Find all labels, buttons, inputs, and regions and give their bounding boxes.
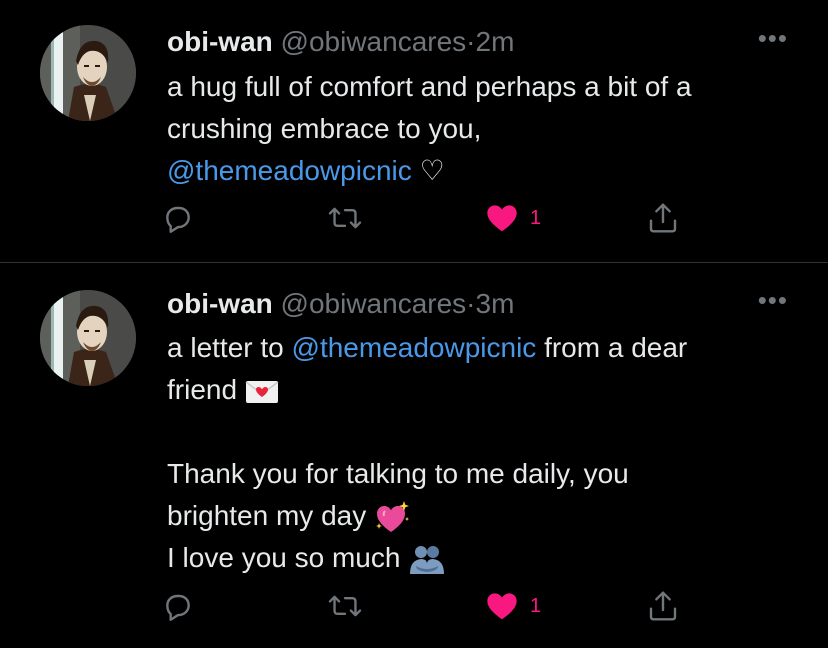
share-icon [649,591,677,621]
reply-icon [166,206,190,233]
retweet-button[interactable] [328,586,362,626]
reply-button[interactable] [162,586,194,626]
mention-link[interactable]: @themeadowpicnic [292,332,537,363]
retweet-icon [328,207,362,229]
share-button[interactable] [648,198,678,238]
tweet-text-line: brighten my day [167,500,367,531]
tweet-header: obi-wan @obiwancares·2m [167,25,514,59]
more-icon[interactable]: ••• [758,287,788,313]
avatar[interactable] [40,290,136,386]
user-handle[interactable]: @obiwancares [281,288,467,319]
tweet-header: obi-wan @obiwancares·3m [167,287,514,321]
display-name[interactable]: obi-wan [167,288,273,319]
tweet-text-segment: a letter to [167,332,292,363]
tweet-actions: 1 [160,586,720,626]
retweet-button[interactable] [328,198,362,238]
tweet-text-line: Thank you for talking to me daily, you [167,458,629,489]
heart-filled-icon [487,593,517,620]
heart-filled-icon [487,205,517,232]
display-name[interactable]: obi-wan [167,26,273,57]
tweet-text: a hug full of comfort and perhaps a bit … [167,66,797,192]
tweet-text: a letter to @themeadowpicnic from a dear… [167,327,797,579]
mention-link[interactable]: @themeadowpicnic [167,155,412,186]
more-icon[interactable]: ••• [758,25,788,51]
separator-dot: · [466,26,476,57]
white-heart-symbol: ♡ [419,155,445,186]
like-button[interactable]: 1 [486,586,541,626]
tweet[interactable]: obi-wan @obiwancares·2m ••• a hug full o… [0,0,828,262]
people-hugging-emoji [410,545,445,574]
user-handle[interactable]: @obiwancares [281,26,467,57]
separator-dot: · [466,288,476,319]
like-button[interactable]: 1 [486,198,541,238]
share-button[interactable] [648,586,678,626]
retweet-icon [328,595,362,617]
tweet-text-line: I love you so much [167,542,401,573]
tweet-text-line: friend [167,374,238,405]
timestamp[interactable]: 3m [476,288,515,319]
love-letter-emoji [245,380,279,403]
timestamp[interactable]: 2m [476,26,515,57]
sparkling-heart-emoji [376,500,409,532]
share-icon [649,203,677,233]
reply-icon [166,594,190,621]
like-count: 1 [530,206,542,229]
reply-button[interactable] [162,198,194,238]
tweet-text-line: a hug full of comfort and perhaps a bit … [167,71,692,102]
tweet-text-segment: from a dear [536,332,688,363]
tweet-text-line: crushing embrace to you, [167,113,482,144]
like-count: 1 [530,594,542,617]
tweet[interactable]: obi-wan @obiwancares·3m ••• a letter to … [0,263,828,648]
tweet-actions: 1 [160,198,720,238]
avatar[interactable] [40,25,136,121]
